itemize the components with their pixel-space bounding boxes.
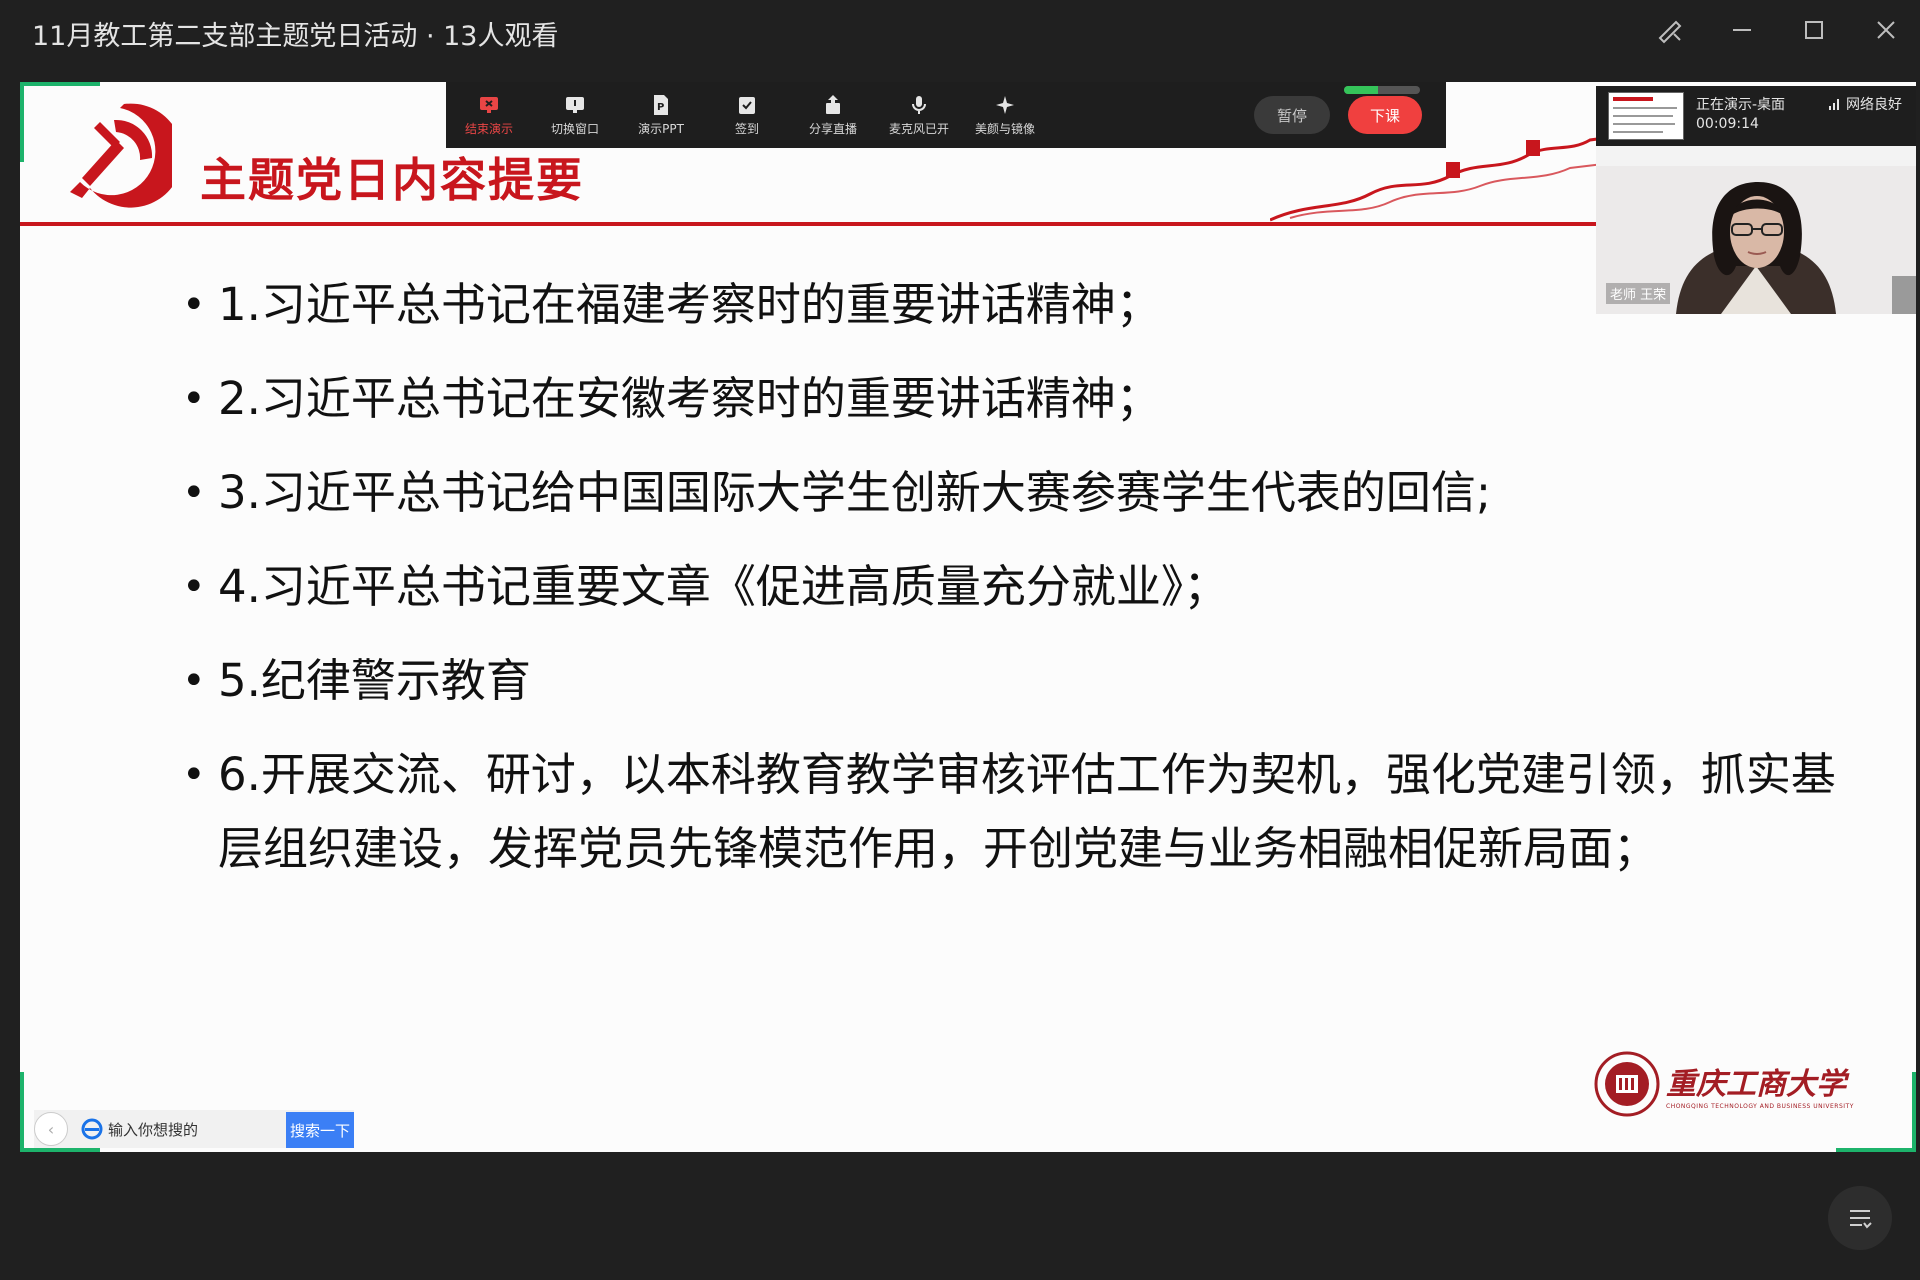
network-status-label: 网络良好: [1846, 97, 1902, 113]
mic-level-fill: [1344, 86, 1379, 94]
teacher-webcam-feed[interactable]: 老师 王荣: [1596, 146, 1916, 314]
network-status: 网络良好: [1828, 94, 1902, 114]
title-bar: 11月教工第二支部主题党日活动 · 13人观看: [0, 0, 1920, 72]
search-button[interactable]: 搜索一下: [286, 1112, 354, 1148]
pen-icon[interactable]: [1650, 10, 1690, 50]
switch-window-button[interactable]: 切换窗口: [532, 82, 618, 148]
agenda-item: 1.习近平总书记在福建考察时的重要讲话精神；: [160, 268, 1840, 342]
search-input[interactable]: 输入你想搜的: [108, 1119, 258, 1140]
agenda-item: 6.开展交流、研讨，以本科教育教学审核评估工作为契机，强化党建引领，抓实基层组织…: [160, 738, 1840, 886]
present-ppt-label: 演示PPT: [638, 122, 684, 136]
microphone-button[interactable]: 麦克风已开: [876, 82, 962, 148]
maximize-icon[interactable]: [1794, 10, 1834, 50]
screen-preview-thumbnail[interactable]: [1608, 92, 1684, 140]
share-live-button[interactable]: 分享直播: [790, 82, 876, 148]
switch-window-label: 切换窗口: [550, 122, 599, 136]
end-presentation-button[interactable]: 结束演示: [446, 82, 532, 148]
browser-search-bar: ‹ 输入你想搜的 搜索一下: [34, 1110, 354, 1148]
presenting-status: 正在演示-桌面: [1696, 97, 1786, 113]
agenda-item: 3.习近平总书记给中国国际大学生创新大赛参赛学生代表的回信;: [160, 456, 1840, 530]
microphone-label: 麦克风已开: [888, 122, 949, 136]
share-live-label: 分享直播: [808, 122, 857, 136]
agenda-list: 1.习近平总书记在福建考察时的重要讲话精神； 2.习近平总书记在安徽考察时的重要…: [160, 268, 1840, 906]
webcam-name-label: 老师 王荣: [1606, 283, 1671, 304]
university-name-cn: 重庆工商大学: [1666, 1066, 1846, 1102]
agenda-item: 5.纪律警示教育: [160, 644, 1840, 718]
beauty-mirror-label: 美颜与镜像: [974, 122, 1035, 136]
end-presentation-label: 结束演示: [464, 122, 513, 136]
agenda-item: 2.习近平总书记在安徽考察时的重要讲话精神；: [160, 362, 1840, 436]
presentation-toolbar: 结束演示 切换窗口 P 演示PPT 签到 分享直播 麦克风已开 美颜与镜像 暂停: [446, 82, 1446, 148]
close-icon[interactable]: [1866, 10, 1906, 50]
list-menu-icon: [1850, 1210, 1872, 1229]
live-class-window: 11月教工第二支部主题党日活动 · 13人观看 主题党日内容提要 • 1.习近平…: [0, 0, 1920, 1280]
menu-button[interactable]: [1828, 1186, 1892, 1250]
check-in-icon: [739, 97, 755, 114]
beauty-mirror-button[interactable]: 美颜与镜像: [962, 82, 1048, 148]
share-icon: [826, 95, 840, 114]
university-logo: 重庆工商大学 CHONGQING TECHNOLOGY AND BUSINESS…: [1594, 1046, 1854, 1122]
presenter-status-panel: 正在演示-桌面 00:09:14 网络良好: [1596, 86, 1916, 146]
agenda-item: 4.习近平总书记重要文章《促进高质量充分就业》；: [160, 550, 1840, 624]
signal-icon: [1829, 99, 1839, 110]
slide-title: 主题党日内容提要: [200, 153, 584, 207]
university-seal-icon: [1594, 1051, 1660, 1117]
check-in-button[interactable]: 签到: [704, 82, 790, 148]
minimize-icon[interactable]: [1722, 10, 1762, 50]
party-emblem-icon: [70, 103, 172, 208]
mic-level-meter: [1344, 86, 1420, 94]
ie-browser-icon: [81, 1118, 103, 1140]
switch-window-icon: [566, 97, 584, 113]
end-presentation-icon: [480, 97, 498, 113]
microphone-icon: [912, 96, 926, 114]
svg-text:P: P: [657, 102, 664, 113]
beauty-icon: [996, 96, 1014, 114]
ppt-icon: P: [654, 95, 668, 115]
check-in-label: 签到: [734, 122, 759, 136]
end-class-button[interactable]: 下课: [1348, 96, 1422, 134]
window-title: 11月教工第二支部主题党日活动 · 13人观看: [32, 21, 559, 52]
back-arrow-icon[interactable]: ‹: [34, 1112, 68, 1146]
elapsed-time: 00:09:14: [1696, 116, 1759, 132]
university-name-en: CHONGQING TECHNOLOGY AND BUSINESS UNIVER…: [1666, 1102, 1854, 1110]
pause-button[interactable]: 暂停: [1254, 96, 1330, 134]
present-ppt-button[interactable]: P 演示PPT: [618, 82, 704, 148]
